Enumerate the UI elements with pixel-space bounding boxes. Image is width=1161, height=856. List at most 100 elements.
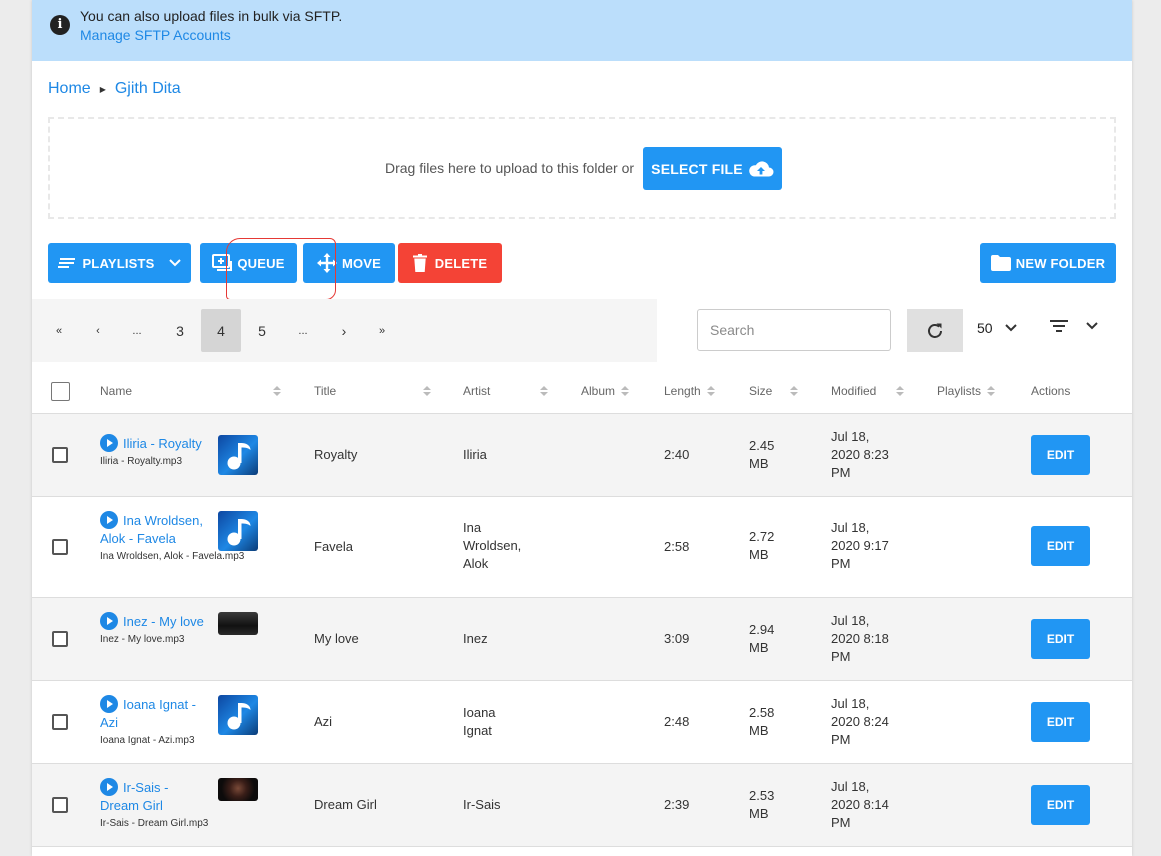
table-row[interactable]: Ir-Sais - Dream Girl Ir-Sais - Dream Gir… <box>32 764 1132 847</box>
row-checkbox[interactable] <box>52 714 68 730</box>
row-checkbox[interactable] <box>52 539 68 555</box>
col-artist[interactable]: Artist <box>463 384 548 398</box>
chevron-down-icon <box>168 259 181 267</box>
col-modified[interactable]: Modified <box>831 384 904 398</box>
play-icon[interactable] <box>100 434 118 452</box>
sort-icon <box>987 386 996 396</box>
title-cell: My love <box>314 631 359 646</box>
sort-icon <box>790 386 798 396</box>
upload-dropzone[interactable]: Drag files here to upload to this folder… <box>48 117 1116 219</box>
search-input[interactable] <box>697 309 891 351</box>
refresh-button[interactable] <box>907 309 963 352</box>
queue-button[interactable]: QUEUE <box>200 243 297 283</box>
artist-cell: Ina Wroldsen, Alok <box>463 520 522 571</box>
play-icon[interactable] <box>100 511 118 529</box>
file-name-link[interactable]: Inez - My love <box>100 612 210 631</box>
title-cell: Dream Girl <box>314 797 377 812</box>
col-artist-label: Artist <box>463 384 491 398</box>
dropzone-prompt: Drag files here to upload to this folder… <box>385 160 635 176</box>
playlist-lines-icon <box>58 258 76 268</box>
per-page-select[interactable]: 50 <box>977 320 1017 336</box>
delete-button[interactable]: DELETE <box>398 243 502 283</box>
new-folder-button[interactable]: NEW FOLDER <box>980 243 1116 283</box>
modified-cell: Jul 18, 2020 8:14 PM <box>831 779 889 830</box>
file-name-link[interactable]: Iliria - Royalty <box>100 434 210 453</box>
playlists-dropdown-button[interactable]: PLAYLISTS <box>48 243 191 283</box>
chevron-down-icon <box>1086 322 1098 330</box>
modified-cell: Jul 18, 2020 8:23 PM <box>831 429 889 480</box>
file-name-cell: Ir-Sais - Dream Girl Ir-Sais - Dream Gir… <box>100 778 210 829</box>
page-4-current[interactable]: 4 <box>201 309 241 352</box>
move-arrows-icon <box>316 253 337 273</box>
file-name-path: Ir-Sais - Dream Girl.mp3 <box>100 818 209 829</box>
page-ellipsis-right[interactable]: ... <box>283 309 323 352</box>
col-size[interactable]: Size <box>749 384 798 398</box>
table-row[interactable]: Ioana Ignat - Azi Ioana Ignat - Azi.mp3 … <box>32 681 1132 764</box>
filter-menu-button[interactable] <box>1050 320 1098 332</box>
edit-button[interactable]: EDIT <box>1031 702 1090 742</box>
per-page-value: 50 <box>977 320 993 336</box>
modified-cell: Jul 18, 2020 9:17 PM <box>831 520 889 571</box>
move-button[interactable]: MOVE <box>303 243 395 283</box>
page-next[interactable]: › <box>324 309 364 352</box>
row-checkbox[interactable] <box>52 631 68 647</box>
select-file-button[interactable]: SELECT FILE <box>643 147 782 190</box>
row-checkbox[interactable] <box>52 447 68 463</box>
album-art-thumbnail <box>218 612 258 635</box>
cloud-upload-icon <box>749 160 774 176</box>
artist-cell: Inez <box>463 631 488 646</box>
size-cell: 2.53 MB <box>749 788 775 821</box>
title-cell: Royalty <box>314 447 358 462</box>
file-name-label: Iliria - Royalty <box>123 436 202 451</box>
trash-icon <box>412 254 427 272</box>
file-name-path: Inez - My love.mp3 <box>100 634 185 645</box>
size-cell: 2.72 MB <box>749 529 775 562</box>
edit-button[interactable]: EDIT <box>1031 526 1090 566</box>
size-cell: 2.94 MB <box>749 622 775 655</box>
sort-icon <box>540 386 548 396</box>
table-row[interactable]: Iliria - Royalty Iliria - Royalty.mp3 Ro… <box>32 414 1132 497</box>
title-cell: Azi <box>314 714 333 729</box>
play-icon[interactable] <box>100 695 118 713</box>
page-prev[interactable]: ‹ <box>78 309 118 352</box>
play-icon[interactable] <box>100 612 118 630</box>
col-actions: Actions <box>1031 384 1070 398</box>
breadcrumb-current[interactable]: Gjith Dita <box>115 80 181 98</box>
length-cell: 2:39 <box>664 797 690 812</box>
page-first[interactable]: « <box>39 309 79 352</box>
breadcrumb-separator-icon: ▶ <box>99 84 106 94</box>
breadcrumb: Home ▶ Gjith Dita <box>48 80 181 98</box>
page-5[interactable]: 5 <box>242 309 282 352</box>
file-name-link[interactable]: Ioana Ignat - Azi <box>100 695 210 732</box>
play-icon[interactable] <box>100 778 118 796</box>
page-3[interactable]: 3 <box>160 309 200 352</box>
file-name-link[interactable]: Ina Wroldsen, Alok - Favela <box>100 511 210 548</box>
manage-sftp-link[interactable]: Manage SFTP Accounts <box>80 27 231 43</box>
page-ellipsis-left[interactable]: ... <box>117 309 157 352</box>
page-last[interactable]: » <box>362 309 402 352</box>
col-title[interactable]: Title <box>314 384 431 398</box>
col-length[interactable]: Length <box>664 384 715 398</box>
select-all-checkbox[interactable] <box>51 382 70 401</box>
col-length-label: Length <box>664 384 701 398</box>
album-art-thumbnail <box>218 778 258 801</box>
col-title-label: Title <box>314 384 337 398</box>
col-playlists[interactable]: Playlists <box>937 384 996 398</box>
title-cell: Favela <box>314 539 354 554</box>
file-name-link[interactable]: Ir-Sais - Dream Girl <box>100 778 210 815</box>
col-name[interactable]: Name <box>100 384 281 398</box>
edit-button[interactable]: EDIT <box>1031 619 1090 659</box>
playlists-label: PLAYLISTS <box>82 255 155 271</box>
edit-button[interactable]: EDIT <box>1031 785 1090 825</box>
row-checkbox[interactable] <box>52 797 68 813</box>
col-album[interactable]: Album <box>581 384 630 398</box>
edit-button[interactable]: EDIT <box>1031 435 1090 475</box>
filter-icon <box>1050 320 1068 332</box>
chevron-down-icon <box>1004 324 1017 332</box>
table-row[interactable]: Inez - My love Inez - My love.mp3 My lov… <box>32 598 1132 681</box>
table-row[interactable]: Ina Wroldsen, Alok - Favela Ina Wroldsen… <box>32 497 1132 598</box>
breadcrumb-home[interactable]: Home <box>48 80 91 98</box>
length-cell: 2:40 <box>664 447 690 462</box>
length-cell: 2:58 <box>664 539 690 554</box>
col-modified-label: Modified <box>831 384 877 398</box>
